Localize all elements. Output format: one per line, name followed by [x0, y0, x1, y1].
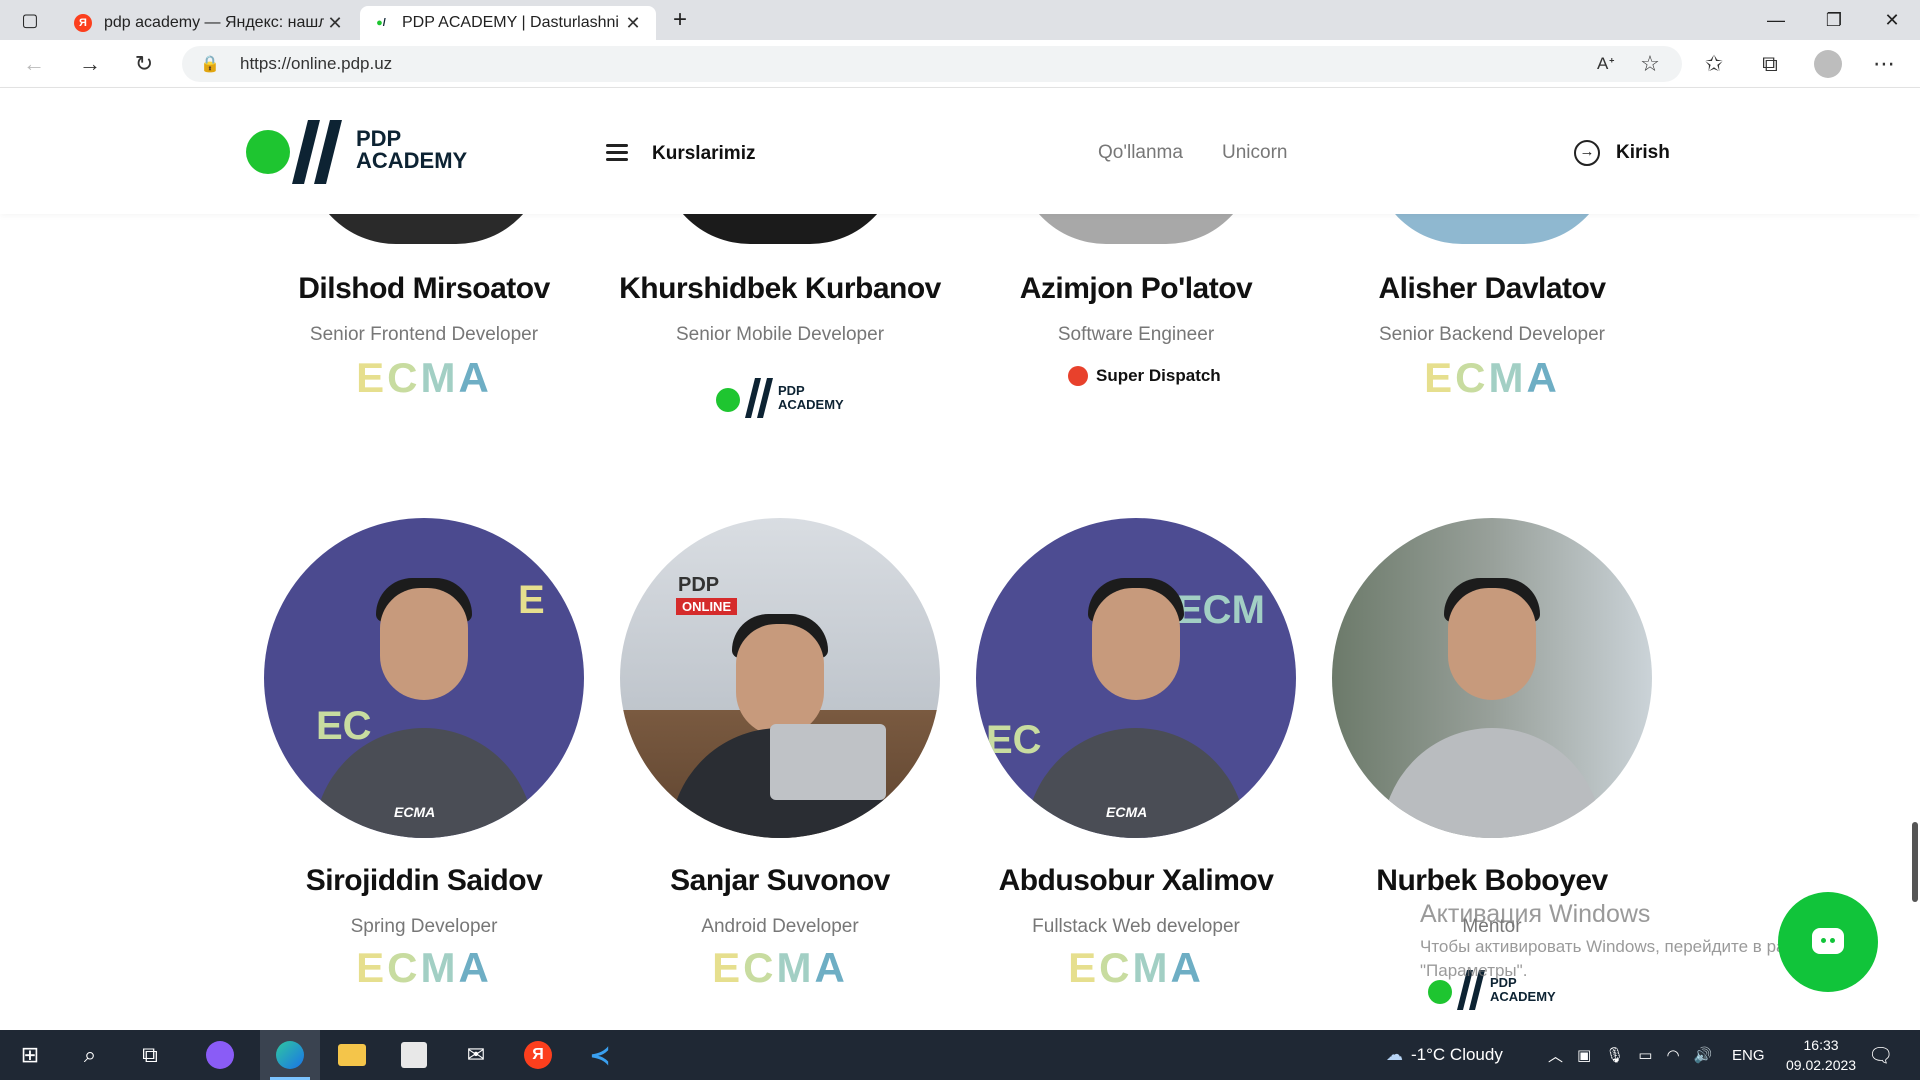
- notifications-icon[interactable]: 🗨: [1868, 1030, 1893, 1080]
- windows-start-icon[interactable]: ⊞: [0, 1030, 60, 1080]
- mentor-photo: PDP ONLINE: [620, 518, 940, 838]
- mentor-name: Abdusobur Xalimov: [998, 864, 1274, 897]
- mentor-role: Spring Developer: [350, 916, 498, 937]
- read-aloud-icon[interactable]: Aᐩ: [1586, 46, 1626, 82]
- store-icon[interactable]: [384, 1030, 444, 1080]
- browser-tab-bar: ▢ Я pdp academy — Яндекс: нашлось ✕ ●/ P…: [0, 0, 1920, 40]
- weather-widget[interactable]: ☁ -1°C Cloudy: [1386, 1030, 1503, 1080]
- mentor-photo: [1332, 518, 1652, 838]
- chevron-up-icon[interactable]: ︿: [1548, 1045, 1563, 1066]
- mail-icon[interactable]: ✉: [446, 1030, 506, 1080]
- tab-title: pdp academy — Яндекс: нашлось: [104, 14, 324, 31]
- nav-link-guide[interactable]: Qo'llanma: [1098, 142, 1183, 164]
- more-icon[interactable]: ⋯: [1864, 46, 1904, 82]
- mentor-name: Dilshod Mirsoatov: [298, 272, 550, 305]
- address-bar: ← → ↻ 🔒 https://online.pdp.uz Aᐩ ☆ ✩ ⧉ ⋯: [0, 40, 1920, 88]
- profile-avatar[interactable]: [1808, 46, 1848, 82]
- mentor-name: Azimjon Po'latov: [1019, 272, 1253, 305]
- battery-icon[interactable]: ▭: [1638, 1046, 1652, 1064]
- mentor-role: Software Engineer: [1057, 324, 1215, 345]
- add-favorite-icon[interactable]: ☆: [1630, 46, 1670, 82]
- mentor-photo: E EC ECMA: [264, 518, 584, 838]
- windows-taskbar: ⊞ ⌕ ⧉ ✉ Я ≺ ☁ -1°C Cloudy ︿ ▣ 🎙 ▭ ◠ 🔊 EN…: [0, 1030, 1920, 1080]
- yandex-icon: Я: [74, 14, 92, 32]
- favorites-icon[interactable]: ✩: [1694, 46, 1734, 82]
- microphone-icon[interactable]: 🎙: [1605, 1046, 1624, 1064]
- tab-actions-icon[interactable]: ▢: [2, 0, 58, 40]
- mentor-name: Sanjar Suvonov: [670, 864, 890, 897]
- clock[interactable]: 16:33 09.02.2023: [1786, 1030, 1856, 1080]
- edge-icon[interactable]: [260, 1030, 320, 1080]
- minimize-button[interactable]: —: [1748, 0, 1804, 40]
- mentor-name: Sirojiddin Saidov: [305, 864, 543, 897]
- ecma-logo: ECMA: [356, 354, 492, 401]
- url-text: https://online.pdp.uz: [240, 54, 393, 73]
- ecma-logo: ECMA: [1424, 354, 1560, 401]
- chat-button[interactable]: [1778, 892, 1878, 992]
- scrollbar[interactable]: [1912, 822, 1918, 902]
- pdp-icon: ● /: [376, 17, 386, 29]
- ecma-logo: ECMA: [712, 944, 848, 991]
- yandex-browser-icon[interactable]: Я: [508, 1030, 568, 1080]
- login-icon[interactable]: →: [1574, 140, 1600, 166]
- mentor-role: Fullstack Web developer: [1032, 916, 1240, 937]
- restore-button[interactable]: ❐: [1806, 0, 1862, 40]
- mentor-name: Khurshidbek Kurbanov: [619, 272, 941, 305]
- logo-text[interactable]: PDP ACADEMY: [356, 128, 467, 172]
- wifi-icon[interactable]: ◠: [1666, 1046, 1679, 1064]
- meet-icon[interactable]: ▣: [1577, 1046, 1591, 1064]
- new-tab-button[interactable]: +: [652, 0, 708, 40]
- mentor-photo: ECM EC ECMA: [976, 518, 1296, 838]
- file-explorer-icon[interactable]: [322, 1030, 382, 1080]
- nav-link-unicorn[interactable]: Unicorn: [1222, 142, 1287, 164]
- mentor-name: Nurbek Boboyev: [1376, 864, 1608, 897]
- tab-yandex[interactable]: Я pdp academy — Яндекс: нашлось ✕: [62, 6, 358, 40]
- back-button[interactable]: ←: [14, 46, 54, 82]
- courses-link[interactable]: Kurslarimiz: [652, 143, 755, 165]
- windows-activation-watermark: Активация Windows Чтобы активировать Win…: [1420, 900, 1822, 980]
- cloud-icon: ☁: [1386, 1045, 1403, 1064]
- forward-button[interactable]: →: [70, 46, 110, 82]
- volume-icon[interactable]: 🔊: [1694, 1046, 1713, 1064]
- mentor-name: Alisher Davlatov: [1378, 272, 1606, 305]
- chat-icon: [1812, 928, 1844, 954]
- ecma-logo: ECMA: [356, 944, 492, 991]
- logo-dot: [246, 130, 290, 174]
- pdp-academy-logo: PDP ACADEMY: [716, 378, 856, 422]
- search-icon[interactable]: ⌕: [60, 1030, 120, 1080]
- mentor-role: Android Developer: [701, 916, 859, 937]
- mentor-role: Senior Frontend Developer: [309, 324, 539, 345]
- tab-pdp[interactable]: ● / PDP ACADEMY | Dasturlashni qu ✕: [360, 6, 656, 40]
- close-window-button[interactable]: ✕: [1864, 0, 1920, 40]
- url-field[interactable]: 🔒 https://online.pdp.uz: [182, 46, 1682, 82]
- refresh-button[interactable]: ↻: [124, 46, 164, 82]
- logo-slash: [314, 120, 342, 184]
- lock-icon: 🔒: [200, 56, 220, 73]
- mentor-role: Senior Backend Developer: [1378, 324, 1606, 345]
- super-dispatch-icon: [1068, 366, 1088, 386]
- close-icon[interactable]: ✕: [324, 13, 346, 34]
- tab-title: PDP ACADEMY | Dasturlashni qu: [402, 14, 622, 31]
- alice-icon[interactable]: [190, 1030, 250, 1080]
- login-link[interactable]: Kirish: [1616, 142, 1670, 164]
- tray-icons[interactable]: ︿ ▣ 🎙 ▭ ◠ 🔊: [1548, 1030, 1712, 1080]
- super-dispatch-logo: Super Dispatch: [1068, 366, 1221, 386]
- site-header: PDP ACADEMY Kurslarimiz Qo'llanma Unicor…: [0, 88, 1920, 214]
- mentor-role: Senior Mobile Developer: [675, 324, 885, 345]
- vscode-icon[interactable]: ≺: [570, 1030, 630, 1080]
- task-view-icon[interactable]: ⧉: [120, 1030, 180, 1080]
- menu-icon[interactable]: [606, 140, 628, 165]
- close-icon[interactable]: ✕: [622, 13, 644, 34]
- collections-icon[interactable]: ⧉: [1750, 46, 1790, 82]
- ecma-logo: ECMA: [1068, 944, 1204, 991]
- language-indicator[interactable]: ENG: [1732, 1030, 1765, 1080]
